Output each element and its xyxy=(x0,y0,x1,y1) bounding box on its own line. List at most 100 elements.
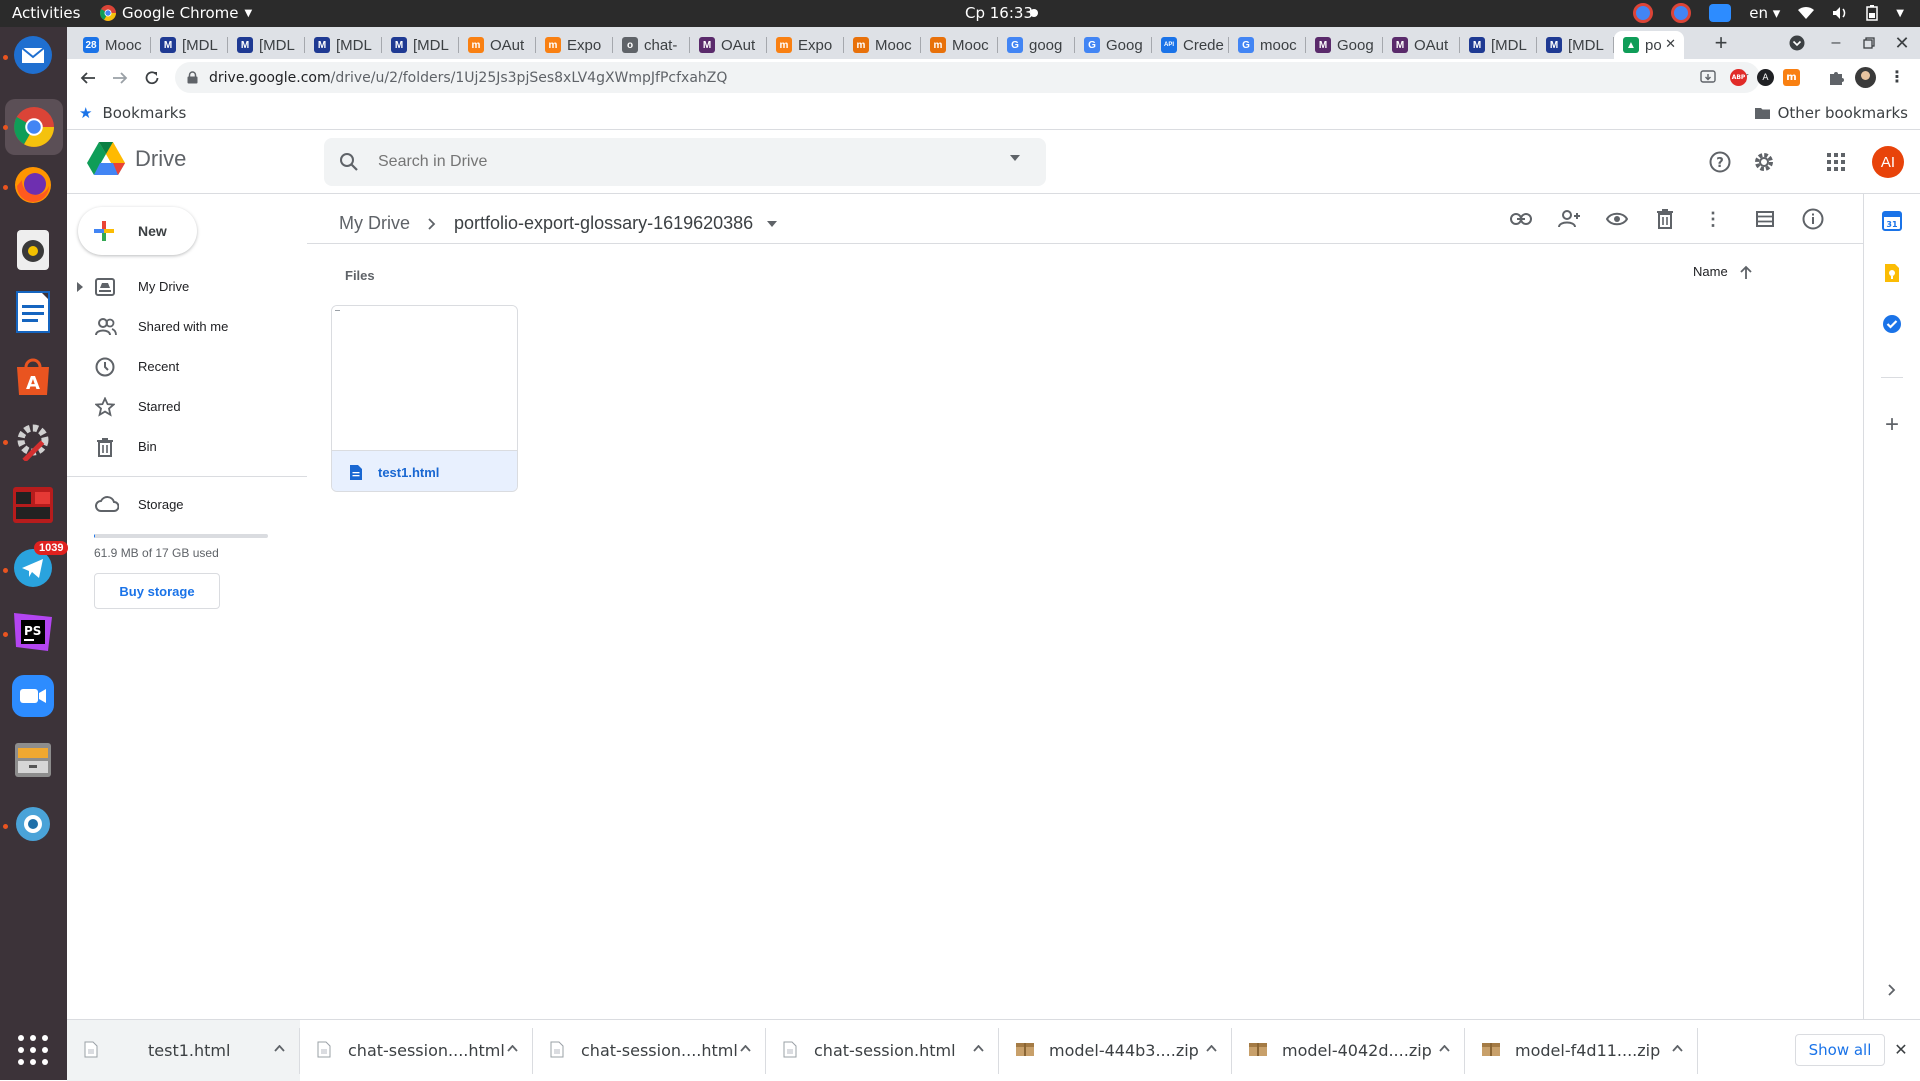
moodle-extension-icon[interactable]: m xyxy=(1783,69,1800,86)
thunderbird-icon[interactable] xyxy=(10,32,56,78)
settings-tools-icon[interactable] xyxy=(10,417,56,463)
activities-button[interactable]: Activities xyxy=(12,4,80,22)
download-options-chevron-icon[interactable] xyxy=(1672,1045,1683,1052)
chrome-notification-icon-2[interactable] xyxy=(1671,3,1692,23)
google-apps-icon[interactable] xyxy=(1823,149,1849,175)
firefox-icon[interactable] xyxy=(10,162,56,208)
nav-recent[interactable]: Recent xyxy=(67,347,307,387)
browser-tab[interactable]: M OAut xyxy=(1383,31,1460,59)
download-options-chevron-icon[interactable] xyxy=(1206,1045,1217,1052)
forward-button[interactable] xyxy=(107,65,133,91)
browser-tab[interactable]: m Expo xyxy=(536,31,613,59)
language-indicator[interactable]: en ▾ xyxy=(1749,4,1780,22)
download-item[interactable]: model-444b3....zip xyxy=(999,1020,1232,1081)
rhythmbox-icon[interactable] xyxy=(10,227,56,273)
download-item[interactable]: model-f4d11....zip xyxy=(1465,1020,1698,1081)
buy-storage-button[interactable]: Buy storage xyxy=(94,573,220,609)
download-item[interactable]: model-4042d....zip xyxy=(1232,1020,1465,1081)
chrome-menu-icon[interactable]: ⋮ xyxy=(1889,67,1905,87)
get-link-icon[interactable] xyxy=(1508,206,1534,232)
new-tab-button[interactable]: + xyxy=(1708,30,1734,56)
browser-tab[interactable]: M [MDL xyxy=(382,31,459,59)
share-add-person-icon[interactable] xyxy=(1556,206,1582,232)
browser-tab[interactable]: M [MDL xyxy=(151,31,228,59)
download-item[interactable]: chat-session.html xyxy=(766,1020,999,1081)
chrome-notification-icon[interactable] xyxy=(1633,3,1654,23)
browser-tab[interactable]: API Crede xyxy=(1152,31,1229,59)
more-actions-icon[interactable]: ⋮ xyxy=(1700,206,1726,232)
nav-bin[interactable]: Bin xyxy=(67,427,307,467)
download-options-chevron-icon[interactable] xyxy=(1439,1045,1450,1052)
close-window-button[interactable]: ✕ xyxy=(1889,30,1915,56)
screenshot-app-icon[interactable] xyxy=(10,801,56,847)
browser-tab[interactable]: Gmooc xyxy=(1229,31,1306,59)
expand-arrow-icon[interactable] xyxy=(77,282,83,292)
system-tray[interactable]: en ▾ ▼ xyxy=(1633,3,1904,23)
browser-tab[interactable]: G Goog xyxy=(1075,31,1152,59)
back-button[interactable] xyxy=(75,65,101,91)
download-item[interactable]: chat-session....html xyxy=(300,1020,533,1081)
browser-tab[interactable]: M [MDL xyxy=(228,31,305,59)
search-input[interactable] xyxy=(378,150,958,174)
telegram-icon[interactable]: 1039 xyxy=(10,541,69,591)
nav-shared-with-me[interactable]: Shared with me xyxy=(67,307,307,347)
sort-by-name-control[interactable]: Name xyxy=(1693,264,1752,279)
drive-search-box[interactable] xyxy=(324,138,1046,186)
download-options-chevron-icon[interactable] xyxy=(973,1045,984,1052)
browser-tab[interactable]: m Expo xyxy=(767,31,844,59)
browser-tab[interactable]: M Goog xyxy=(1306,31,1383,59)
phpstorm-icon[interactable]: PS xyxy=(10,609,56,655)
browser-tab[interactable]: M [MDL xyxy=(1460,31,1537,59)
address-bar[interactable]: drive.google.com/drive/u/2/folders/1Uj25… xyxy=(175,62,1760,93)
download-item[interactable]: chat-session....html xyxy=(533,1020,766,1081)
browser-tab[interactable]: m OAut xyxy=(459,31,536,59)
download-item[interactable]: test1.html xyxy=(67,1020,300,1081)
clock[interactable]: Ср 16:33 xyxy=(965,4,1033,22)
nav-starred[interactable]: Starred xyxy=(67,387,307,427)
tasks-addon-icon[interactable] xyxy=(1879,311,1905,337)
adblock-extension-icon[interactable]: ABP xyxy=(1730,69,1747,86)
close-tab-icon[interactable]: ✕ xyxy=(1665,36,1676,52)
install-app-icon[interactable] xyxy=(1700,69,1716,85)
search-options-caret-icon[interactable] xyxy=(1009,154,1021,162)
new-button[interactable]: New xyxy=(78,207,197,255)
drive-logo[interactable]: Drive xyxy=(87,142,186,176)
browser-tab[interactable]: M [MDL xyxy=(1537,31,1614,59)
reload-button[interactable] xyxy=(139,65,165,91)
tab-search-icon[interactable] xyxy=(1784,30,1810,56)
show-all-downloads-button[interactable]: Show all xyxy=(1795,1034,1885,1066)
browser-tab[interactable]: m Mooc xyxy=(844,31,921,59)
hide-panel-chevron-icon[interactable] xyxy=(1879,977,1905,1003)
nav-my-drive[interactable]: My Drive xyxy=(67,267,307,307)
breadcrumb-my-drive[interactable]: My Drive xyxy=(333,209,416,238)
browser-tab[interactable]: 28 Mooc xyxy=(74,31,151,59)
chrome-icon[interactable] xyxy=(5,99,63,155)
zoom-tray-icon[interactable] xyxy=(1709,4,1732,22)
list-view-icon[interactable] xyxy=(1752,206,1778,232)
help-icon[interactable]: ? xyxy=(1707,149,1733,175)
browser-tab[interactable]: M [MDL xyxy=(305,31,382,59)
maximize-window-button[interactable] xyxy=(1856,30,1882,56)
calendar-addon-icon[interactable]: 31 xyxy=(1879,208,1905,234)
settings-gear-icon[interactable] xyxy=(1751,149,1777,175)
extension-icon[interactable]: A xyxy=(1757,69,1774,86)
minimize-window-button[interactable]: – xyxy=(1823,30,1849,56)
other-bookmarks-folder[interactable]: Other bookmarks xyxy=(1754,104,1908,122)
profile-avatar-icon[interactable] xyxy=(1855,67,1876,88)
preview-eye-icon[interactable] xyxy=(1604,206,1630,232)
bookmarks-folder[interactable]: ★ Bookmarks xyxy=(79,104,186,122)
file-cabinet-icon[interactable] xyxy=(10,737,56,783)
close-downloads-bar-icon[interactable]: ✕ xyxy=(1888,1037,1914,1063)
download-options-chevron-icon[interactable] xyxy=(740,1045,751,1052)
ubuntu-software-icon[interactable]: A xyxy=(10,353,56,399)
browser-tab[interactable]: Ggoog xyxy=(998,31,1075,59)
browser-tab[interactable]: o chat- xyxy=(613,31,690,59)
browser-tab[interactable]: M OAut xyxy=(690,31,767,59)
search-icon[interactable] xyxy=(339,152,359,172)
browser-tab[interactable]: m Mooc xyxy=(921,31,998,59)
browser-tab[interactable]: ▲ po ✕ xyxy=(1614,31,1684,59)
file-card[interactable]: test1.html xyxy=(331,305,518,492)
extensions-puzzle-icon[interactable] xyxy=(1828,69,1845,86)
keep-addon-icon[interactable] xyxy=(1879,260,1905,286)
details-info-icon[interactable] xyxy=(1800,206,1826,232)
